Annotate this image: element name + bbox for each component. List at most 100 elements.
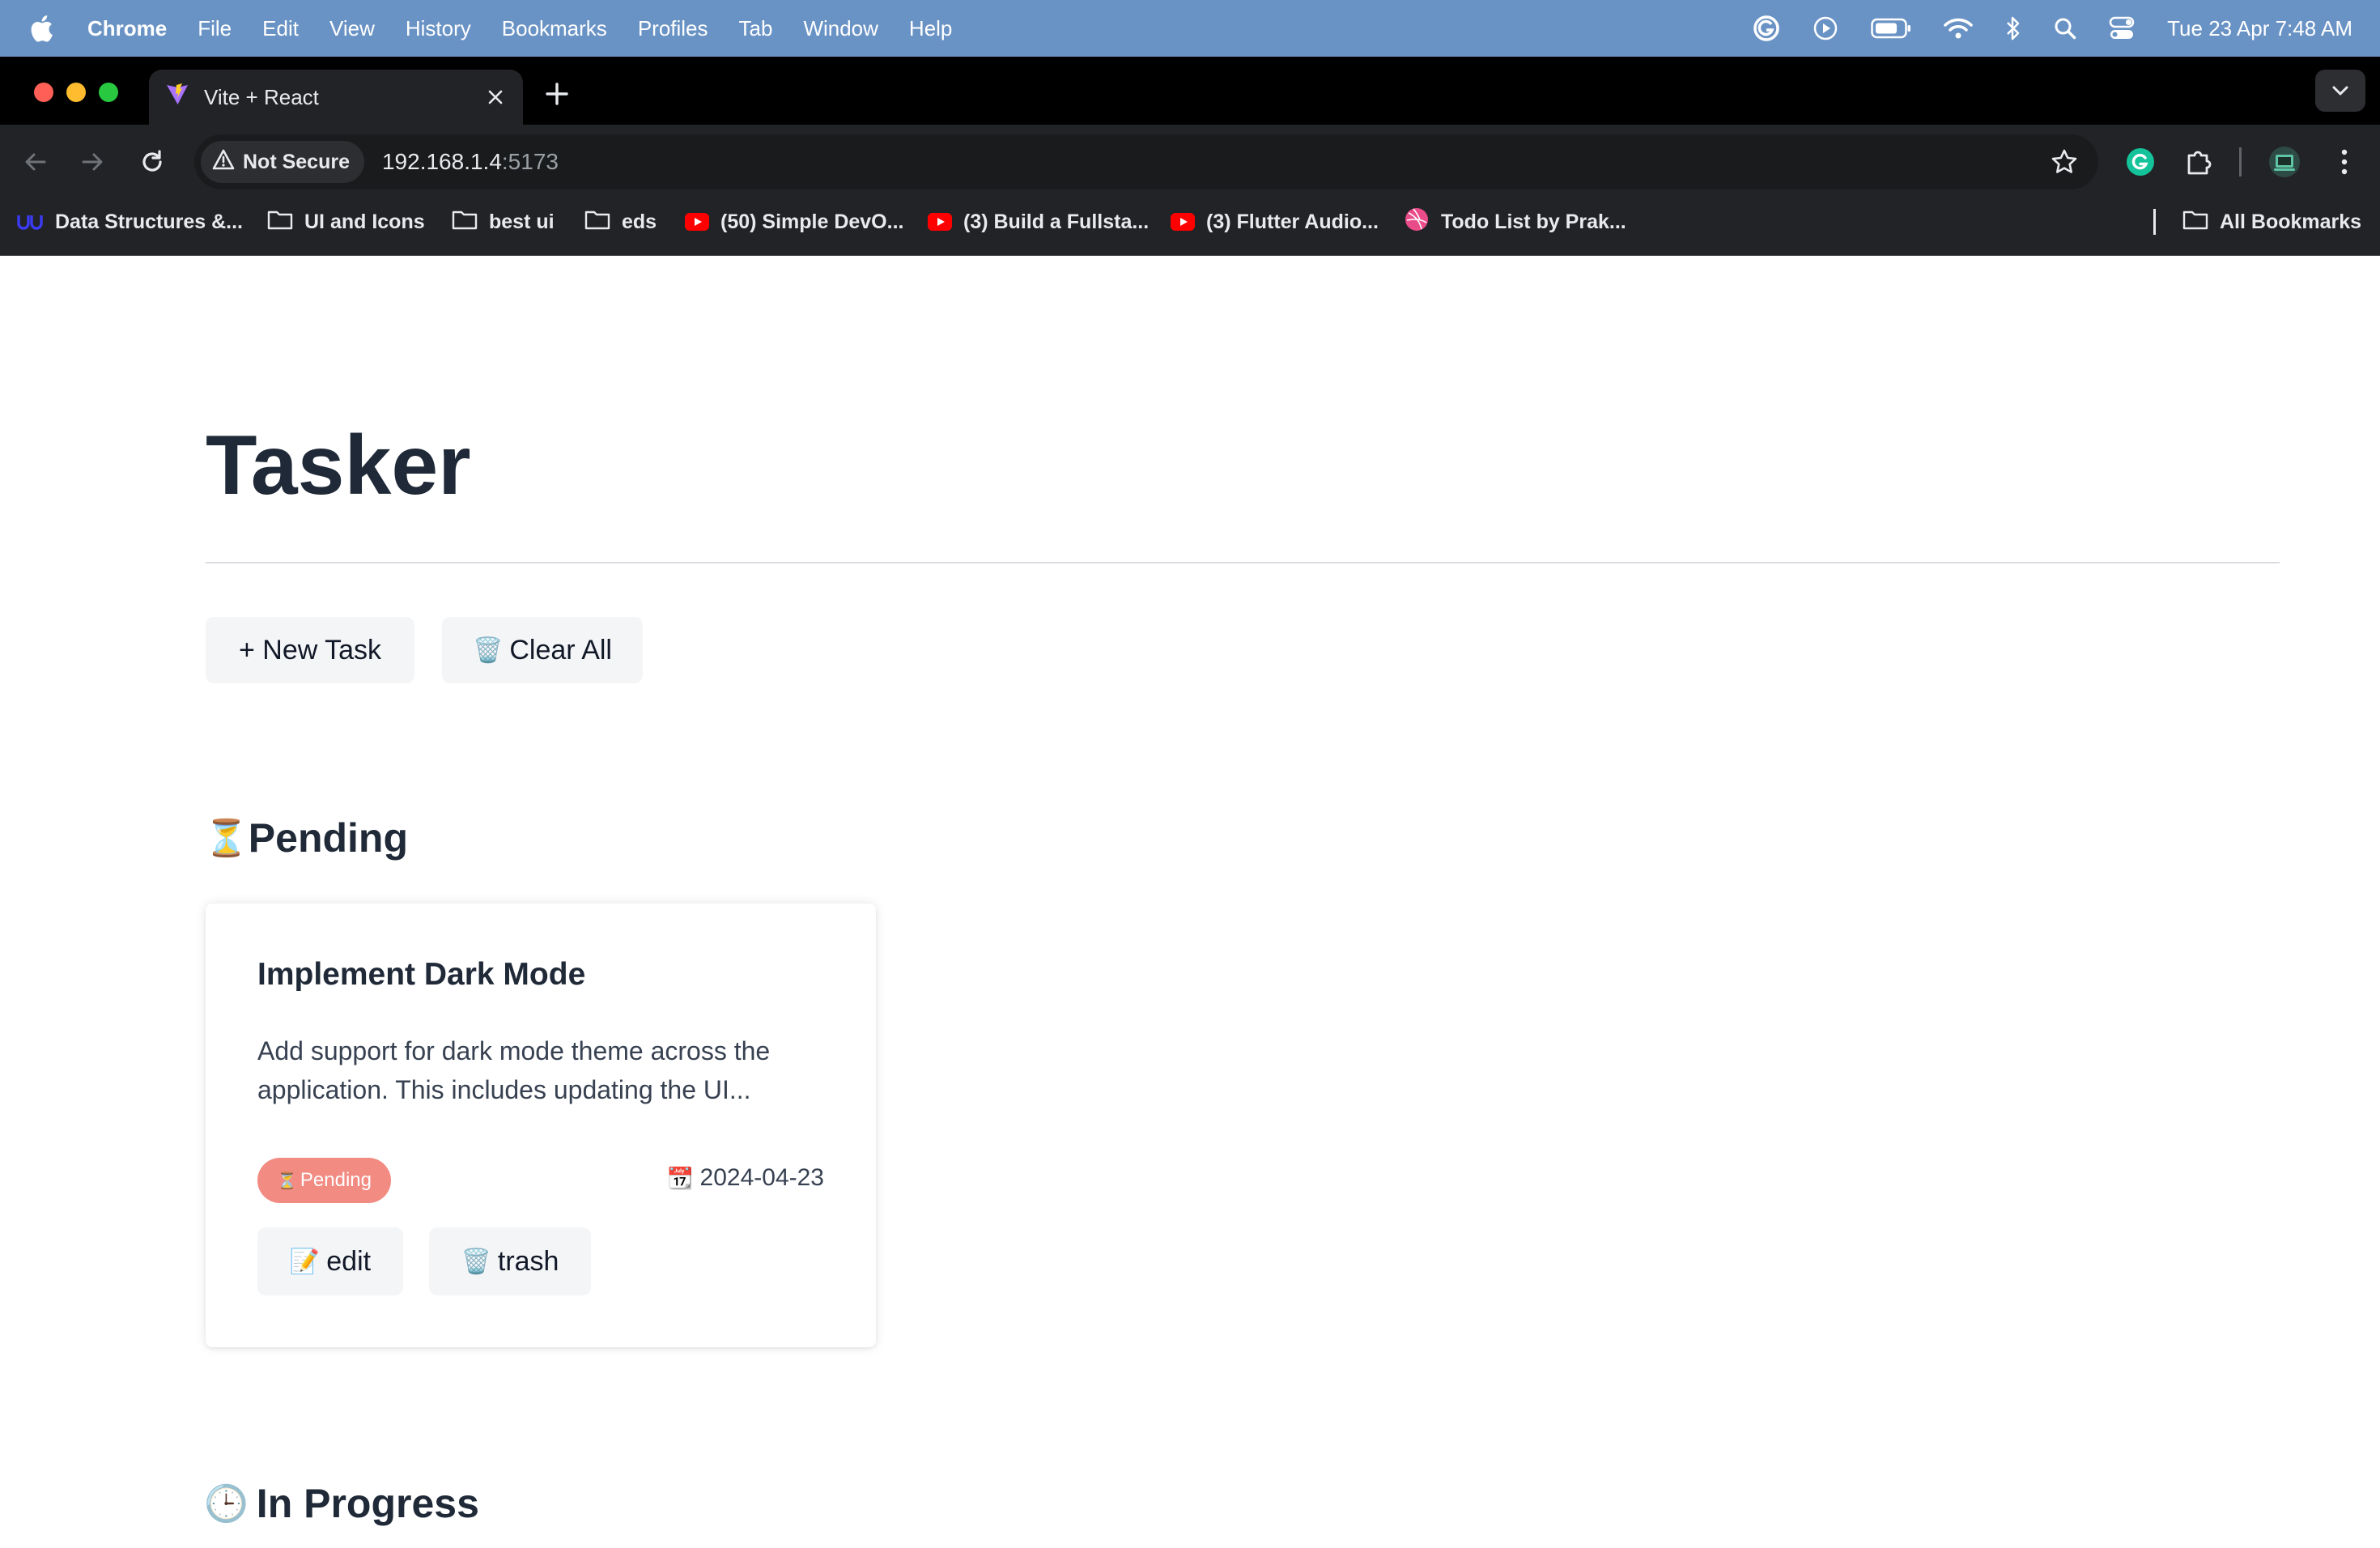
window-close-button[interactable] [34, 83, 53, 102]
window-minimize-button[interactable] [66, 83, 86, 102]
task-title: Implement Dark Mode [257, 957, 586, 992]
play-status-icon[interactable] [1813, 15, 1838, 41]
folder-icon [267, 209, 293, 236]
trash-icon: 🗑️ [473, 636, 504, 664]
bookmark-folder[interactable]: UI and Icons [267, 199, 425, 245]
browser-tab-strip: Vite + React [0, 57, 2380, 125]
dribbble-icon [1404, 206, 1430, 238]
edit-button[interactable]: 📝 edit [257, 1227, 403, 1295]
bookmark-folder[interactable]: eds [584, 199, 657, 245]
page-content: Tasker + New Task 🗑️ Clear All ⏳ Pending… [0, 256, 2380, 1548]
vite-favicon-icon [165, 83, 189, 113]
due-date-value: 2024-04-23 [699, 1164, 824, 1191]
menu-help[interactable]: Help [909, 16, 952, 41]
menu-history[interactable]: History [406, 16, 471, 41]
header-divider [206, 562, 2280, 563]
bookmark-item[interactable]: Todo List by Prak... [1404, 199, 1626, 245]
new-task-button[interactable]: + New Task [206, 617, 414, 683]
hourglass-icon: ⏳ [277, 1172, 297, 1190]
menu-profiles[interactable]: Profiles [638, 16, 708, 41]
forward-arrow-icon[interactable] [74, 144, 110, 180]
bookmark-label: Data Structures &... [55, 210, 244, 233]
control-center-icon[interactable] [2109, 16, 2135, 40]
all-bookmarks-folder[interactable]: All Bookmarks [2182, 199, 2361, 245]
battery-icon[interactable] [1871, 18, 1911, 39]
bookmark-item[interactable]: (3) Flutter Audio... [1171, 199, 1379, 245]
memo-icon: 📝 [289, 1248, 321, 1275]
bookmark-item[interactable]: (50) Simple DevO... [685, 199, 903, 245]
all-bookmarks-label: All Bookmarks [2220, 210, 2362, 233]
youtube-icon [1171, 213, 1195, 231]
task-card[interactable]: Implement Dark Mode Add support for dark… [206, 904, 876, 1347]
bluetooth-icon[interactable] [2005, 15, 2021, 41]
chrome-menu-icon[interactable] [2327, 144, 2362, 180]
url-host: 192.168.1.4 [381, 149, 502, 174]
browser-tab-active[interactable]: Vite + React [149, 70, 523, 125]
menu-app-name[interactable]: Chrome [87, 16, 167, 41]
bookmark-label: (3) Flutter Audio... [1206, 210, 1379, 233]
clear-all-button[interactable]: 🗑️ Clear All [442, 617, 643, 683]
wifi-icon[interactable] [1944, 17, 1973, 40]
bookmark-label: UI and Icons [304, 210, 425, 233]
section-label: In Progress [256, 1481, 479, 1526]
bookmark-label: eds [622, 210, 657, 233]
grammarly-status-icon[interactable] [1753, 15, 1780, 42]
new-tab-button[interactable] [541, 78, 573, 110]
udemy-icon [16, 207, 44, 237]
clock-icon: 🕒 [204, 1484, 249, 1524]
bookmarks-bar: Data Structures &... UI and Icons best u… [0, 199, 2380, 256]
toolbar-divider [2239, 147, 2242, 176]
tab-search-button[interactable] [2315, 70, 2365, 112]
youtube-icon [928, 213, 952, 231]
menu-window[interactable]: Window [803, 16, 878, 41]
menu-tab[interactable]: Tab [739, 16, 773, 41]
hourglass-icon: ⏳ [204, 819, 249, 858]
section-title-pending: ⏳ Pending [204, 814, 408, 861]
youtube-icon [685, 213, 709, 231]
grammarly-extension-icon[interactable] [2123, 144, 2158, 180]
bookmark-label: Todo List by Prak... [1441, 210, 1626, 233]
clear-all-label: Clear All [509, 634, 612, 666]
status-icons: Tue 23 Apr 7:48 AM [1753, 0, 2352, 57]
bookmark-label: best ui [489, 210, 555, 233]
bookmarks-separator [2153, 209, 2156, 235]
back-arrow-icon[interactable] [18, 144, 53, 180]
reload-icon[interactable] [134, 144, 170, 180]
tab-title: Vite + React [204, 84, 319, 109]
bookmark-label: (50) Simple DevO... [720, 210, 904, 233]
trash-button[interactable]: 🗑️ trash [429, 1227, 591, 1295]
address-bar[interactable]: Not Secure 192.168.1.4:5173 [194, 134, 2098, 189]
warning-triangle-icon [212, 149, 235, 176]
trash-icon: 🗑️ [461, 1248, 491, 1275]
bookmark-item[interactable]: Data Structures &... [16, 199, 243, 245]
page-title: Tasker [206, 419, 471, 512]
bookmark-star-icon[interactable] [2048, 146, 2080, 178]
menu-file[interactable]: File [198, 16, 232, 41]
menu-view[interactable]: View [329, 16, 375, 41]
status-badge: ⏳ Pending [257, 1158, 391, 1203]
menu-bar-clock[interactable]: Tue 23 Apr 7:48 AM [2167, 16, 2352, 41]
due-date: 📆 2024-04-23 [667, 1164, 824, 1192]
folder-icon [2182, 209, 2208, 236]
task-description: Add support for dark mode theme across t… [257, 1036, 771, 1104]
macos-menu-bar: Chrome File Edit View History Bookmarks … [0, 0, 2380, 57]
profile-avatar[interactable] [2267, 144, 2302, 180]
menu-bookmarks[interactable]: Bookmarks [502, 16, 607, 41]
folder-icon [584, 209, 610, 236]
status-label: Pending [300, 1169, 372, 1191]
window-maximize-button[interactable] [99, 83, 118, 102]
extensions-puzzle-icon[interactable] [2181, 144, 2216, 180]
tab-close-icon[interactable] [478, 89, 513, 105]
menu-edit[interactable]: Edit [262, 16, 299, 41]
spotlight-search-icon[interactable] [2054, 17, 2076, 40]
security-label: Not Secure [243, 150, 350, 173]
apple-logo-icon[interactable] [29, 15, 62, 42]
edit-label: edit [326, 1245, 372, 1277]
section-label: Pending [248, 815, 409, 861]
bookmark-folder[interactable]: best ui [452, 199, 555, 245]
security-indicator[interactable]: Not Secure [201, 141, 364, 183]
folder-icon [452, 209, 478, 236]
url-port: :5173 [501, 149, 559, 174]
bookmark-label: (3) Build a Fullsta... [963, 210, 1150, 233]
bookmark-item[interactable]: (3) Build a Fullsta... [928, 199, 1149, 245]
